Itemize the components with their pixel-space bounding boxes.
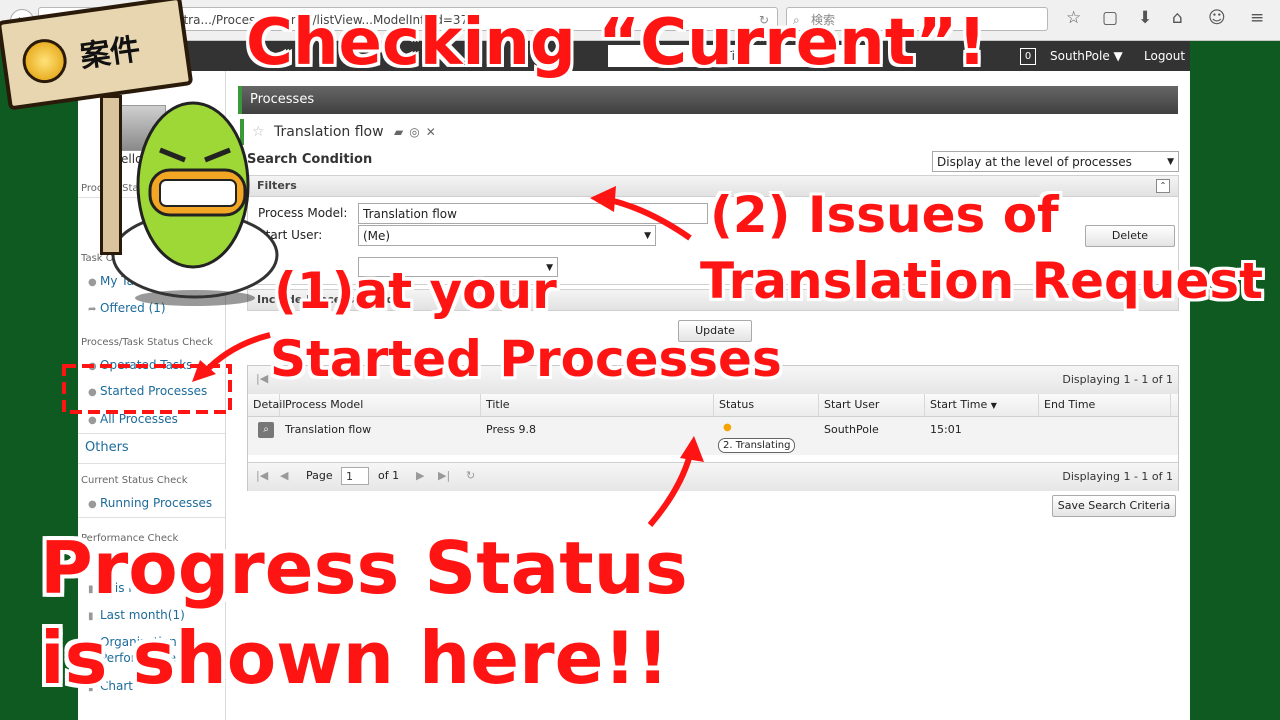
coin-icon — [19, 36, 70, 86]
started-line2: Started Processes — [270, 330, 782, 388]
arrow-to-process-model — [609, 197, 692, 241]
progress-line1: Progress Status — [40, 526, 688, 610]
mascot-character — [111, 101, 279, 306]
progress-line2: is shown here!! — [40, 616, 670, 700]
sign-post — [100, 95, 122, 255]
arrow-head-process-model — [590, 186, 616, 212]
arrow-head-status — [680, 436, 704, 462]
sign-text: 案件 — [78, 31, 143, 75]
issues-line2: Translation Request — [700, 252, 1264, 310]
headline-text: Checking “Current”! — [246, 6, 987, 80]
started-line1: (1)at your — [274, 262, 557, 320]
arrow-to-started — [202, 332, 271, 375]
arrow-to-status — [647, 454, 693, 527]
issues-line1: (2) Issues of — [710, 186, 1059, 244]
